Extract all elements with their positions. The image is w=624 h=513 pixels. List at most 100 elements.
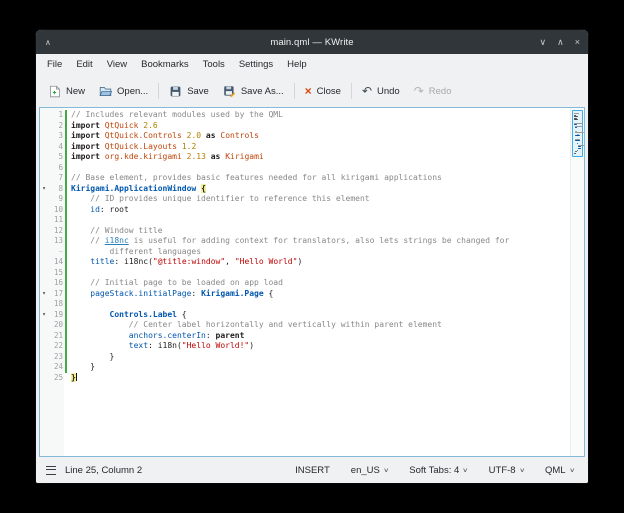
- code-row[interactable]: 5import org.kde.kirigami 2.13 as Kirigam…: [40, 152, 571, 163]
- undo-icon: ↶: [362, 85, 372, 97]
- fold-marker-icon[interactable]: ▾: [40, 184, 48, 195]
- document-close-icon: ×: [305, 85, 312, 97]
- code-row[interactable]: 4import QtQuick.Layouts 1.2: [40, 142, 571, 153]
- code-row[interactable]: 7// Base element, provides basic feature…: [40, 173, 571, 184]
- minimap-scrollbar[interactable]: [570, 108, 584, 456]
- fold-marker-icon[interactable]: ▾: [40, 310, 48, 321]
- insert-mode-button[interactable]: INSERT: [295, 465, 330, 476]
- toolbar-separator: [294, 83, 295, 99]
- code-row[interactable]: 6: [40, 163, 571, 174]
- code-row[interactable]: 15: [40, 268, 571, 279]
- menu-view[interactable]: View: [100, 57, 134, 72]
- code-text: // Includes relevant modules used by the…: [67, 110, 283, 121]
- fold-marker-icon[interactable]: ▾: [40, 289, 48, 300]
- line-number: 2: [48, 121, 63, 132]
- editor-view[interactable]: 1// Includes relevant modules used by th…: [39, 107, 585, 457]
- toolbar: New Open... Save: [36, 75, 588, 107]
- new-button[interactable]: New: [41, 81, 92, 102]
- encoding-button[interactable]: UTF-8 ∨: [489, 465, 524, 476]
- maximize-button[interactable]: ∧: [557, 37, 564, 48]
- line-number: 8: [48, 184, 63, 195]
- line-number: 21: [48, 331, 63, 342]
- statusbar: Line 25, Column 2 INSERT en_US ∨ Soft Ta…: [36, 457, 588, 483]
- code-text: Kirigami.ApplicationWindow {: [67, 184, 206, 195]
- save-as-button[interactable]: Save As...: [216, 81, 291, 102]
- line-number: ~: [48, 247, 63, 258]
- code-row[interactable]: 21 anchors.centerIn: parent: [40, 331, 571, 342]
- open-button[interactable]: Open...: [92, 81, 155, 102]
- code-row[interactable]: 11: [40, 215, 571, 226]
- code-text: [67, 215, 71, 226]
- encoding-label: UTF-8: [489, 465, 516, 476]
- menu-settings[interactable]: Settings: [232, 57, 280, 72]
- menu-bookmarks[interactable]: Bookmarks: [134, 57, 196, 72]
- menu-file[interactable]: File: [40, 57, 69, 72]
- code-row[interactable]: 23 }: [40, 352, 571, 363]
- menubar: File Edit View Bookmarks Tools Settings …: [36, 54, 588, 75]
- save-as-button-label: Save As...: [241, 86, 284, 97]
- keep-above-icon[interactable]: ∧: [45, 38, 51, 47]
- code-rows: 1// Includes relevant modules used by th…: [40, 110, 571, 456]
- code-row[interactable]: 12 // Window title: [40, 226, 571, 237]
- titlebar[interactable]: ∧ main.qml — KWrite ∨ ∧ ×: [36, 30, 588, 54]
- close-button-label: Close: [317, 86, 341, 97]
- open-button-label: Open...: [117, 86, 148, 97]
- code-row[interactable]: 18: [40, 299, 571, 310]
- code-row[interactable]: ▾19 Controls.Label {: [40, 310, 571, 321]
- code-row[interactable]: 9 // ID provides unique identifier to re…: [40, 194, 571, 205]
- fold-column: [40, 331, 48, 342]
- code-text: // Initial page to be loaded on app load: [67, 278, 283, 289]
- close-document-button[interactable]: × Close: [298, 81, 348, 101]
- code-row[interactable]: 20 // Center label horizontally and vert…: [40, 320, 571, 331]
- code-row[interactable]: 10 id: root: [40, 205, 571, 216]
- code-text: id: root: [67, 205, 129, 216]
- syntax-mode-button[interactable]: QML ∨: [545, 465, 574, 476]
- tab-settings-button[interactable]: Soft Tabs: 4 ∨: [409, 465, 467, 476]
- save-button[interactable]: Save: [162, 81, 216, 102]
- line-number: 3: [48, 131, 63, 142]
- code-row[interactable]: 14 title: i18nc("@title:window", "Hello …: [40, 257, 571, 268]
- code-row[interactable]: 25}: [40, 373, 571, 384]
- fold-column: [40, 131, 48, 142]
- undo-button[interactable]: ↶ Undo: [355, 81, 407, 101]
- code-row[interactable]: ~ different languages: [40, 247, 571, 258]
- code-row[interactable]: 1// Includes relevant modules used by th…: [40, 110, 571, 121]
- cursor-position[interactable]: Line 25, Column 2: [65, 465, 142, 476]
- code-row[interactable]: 22 text: i18n("Hello World!"): [40, 341, 571, 352]
- line-number: 5: [48, 152, 63, 163]
- code-text: import QtQuick 2.6: [67, 121, 158, 132]
- line-number: 17: [48, 289, 63, 300]
- minimize-button[interactable]: ∨: [540, 37, 547, 48]
- desktop-background: ∧ main.qml — KWrite ∨ ∧ × File Edit View…: [0, 0, 624, 513]
- fold-column: [40, 362, 48, 373]
- document-new-icon: [48, 85, 61, 98]
- line-number: 7: [48, 173, 63, 184]
- hamburger-icon[interactable]: [46, 466, 56, 475]
- menu-tools[interactable]: Tools: [196, 57, 232, 72]
- code-text: }: [67, 362, 95, 373]
- line-number: 16: [48, 278, 63, 289]
- menu-help[interactable]: Help: [280, 57, 314, 72]
- chevron-down-icon: ∨: [383, 467, 389, 474]
- code-row[interactable]: ▾8 Kirigami.ApplicationWindow {: [40, 184, 571, 195]
- line-number: 19: [48, 310, 63, 321]
- close-button[interactable]: ×: [575, 37, 580, 48]
- redo-button-label: Redo: [429, 86, 452, 97]
- code-text: [67, 299, 71, 310]
- fold-column: [40, 320, 48, 331]
- dictionary-button[interactable]: en_US ∨: [351, 465, 388, 476]
- text-cursor: [76, 373, 77, 381]
- fold-column: [40, 110, 48, 121]
- code-text: import QtQuick.Layouts 1.2: [67, 142, 196, 153]
- redo-button[interactable]: ↷ Redo: [407, 81, 459, 101]
- line-number: 20: [48, 320, 63, 331]
- code-row[interactable]: 13 // i18nc is useful for adding context…: [40, 236, 571, 247]
- code-row[interactable]: 24 }: [40, 362, 571, 373]
- code-row[interactable]: ▾17 pageStack.initialPage: Kirigami.Page…: [40, 289, 571, 300]
- minimap-doc[interactable]: [572, 110, 583, 157]
- code-row[interactable]: 2 import QtQuick 2.6: [40, 121, 571, 132]
- code-row[interactable]: 16 // Initial page to be loaded on app l…: [40, 278, 571, 289]
- line-number: 25: [48, 373, 63, 384]
- menu-edit[interactable]: Edit: [69, 57, 99, 72]
- code-row[interactable]: 3import QtQuick.Controls 2.0 as Controls: [40, 131, 571, 142]
